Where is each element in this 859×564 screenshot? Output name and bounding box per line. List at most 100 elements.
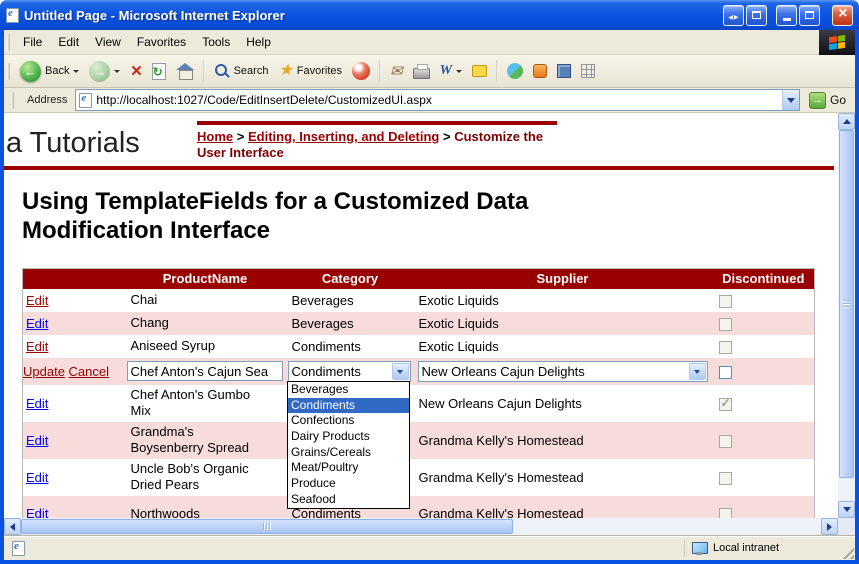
menu-tools[interactable]: Tools	[194, 32, 238, 52]
product-name-input[interactable]	[127, 361, 283, 381]
discontinued-checkbox	[719, 398, 732, 411]
site-title: a Tutorials	[6, 127, 140, 160]
table-row: Edit Grandma's Boysenberry Spread Grandm…	[23, 422, 815, 459]
dropdown-option[interactable]: Confections	[288, 413, 409, 429]
supplier-dropdown[interactable]: New Orleans Cajun Delights	[418, 361, 708, 382]
title-bar[interactable]: Untitled Page - Microsoft Internet Explo…	[0, 0, 859, 30]
discontinued-checkbox	[719, 435, 732, 448]
supplier-cell: Exotic Liquids	[413, 335, 713, 358]
dropdown-option[interactable]: Beverages	[288, 382, 409, 398]
menu-help[interactable]: Help	[238, 32, 279, 52]
discuss-button[interactable]	[467, 63, 492, 79]
cancel-link[interactable]: Cancel	[69, 364, 109, 379]
scroll-up-button[interactable]	[838, 113, 855, 130]
close-button[interactable]	[832, 5, 853, 26]
horizontal-scrollbar[interactable]	[4, 518, 838, 535]
search-icon	[214, 63, 230, 79]
dropdown-option[interactable]: Dairy Products	[288, 429, 409, 445]
scroll-down-button[interactable]	[838, 501, 855, 518]
discontinued-checkbox[interactable]	[719, 366, 732, 379]
forward-button[interactable]	[84, 59, 125, 84]
edit-link[interactable]: Edit	[26, 433, 48, 448]
breadcrumb-section-link[interactable]: Editing, Inserting, and Deleting	[248, 129, 439, 144]
nav-arrows-button[interactable]	[723, 5, 744, 26]
maximize-icon	[805, 11, 814, 19]
breadcrumb-home-link[interactable]: Home	[197, 129, 233, 144]
table-row: Edit Chai Beverages Exotic Liquids	[23, 289, 815, 312]
scroll-left-button[interactable]	[4, 518, 21, 535]
go-button[interactable]: Go	[804, 92, 851, 109]
messenger-button[interactable]	[502, 61, 528, 81]
favorites-label: Favorites	[297, 65, 342, 77]
left-right-arrows-icon	[728, 6, 739, 24]
back-button[interactable]: Back	[15, 59, 84, 84]
edit-link[interactable]: Edit	[26, 316, 48, 331]
edit-link[interactable]: Edit	[26, 396, 48, 411]
edit-with-word-button[interactable]	[435, 62, 467, 80]
category-dropdown[interactable]: Condiments	[288, 361, 411, 382]
horizontal-scrollbar-thumb[interactable]	[21, 519, 513, 534]
home-icon	[176, 63, 194, 79]
grid-addon-button[interactable]	[576, 62, 600, 80]
refresh-button[interactable]	[147, 61, 171, 82]
toolbar-grip[interactable]	[7, 34, 10, 51]
home-button[interactable]	[171, 61, 199, 81]
dropdown-option[interactable]: Seafood	[288, 492, 409, 508]
back-label: Back	[45, 65, 69, 77]
product-cell: Northwoods	[123, 496, 288, 519]
address-bar: Address Go	[4, 88, 855, 113]
favorites-button[interactable]: Favorites	[273, 61, 347, 81]
dropdown-button[interactable]	[689, 363, 706, 380]
status-page-icon	[12, 541, 25, 556]
vertical-scrollbar[interactable]	[838, 113, 855, 518]
menu-edit[interactable]: Edit	[50, 32, 87, 52]
edit-link[interactable]: Edit	[26, 293, 48, 308]
dropdown-button[interactable]	[392, 363, 409, 380]
media-button[interactable]	[347, 60, 375, 82]
dropdown-option[interactable]: Meat/Poultry	[288, 460, 409, 476]
page-icon	[79, 93, 92, 108]
window-mode-button[interactable]	[746, 5, 767, 26]
product-cell: Chai	[123, 289, 288, 312]
favorites-star-icon	[278, 63, 292, 79]
toolbar-grip[interactable]	[11, 92, 14, 109]
update-link[interactable]: Update	[23, 364, 65, 379]
menu-favorites[interactable]: Favorites	[129, 32, 194, 52]
scroll-right-button[interactable]	[821, 518, 838, 535]
menu-bar: File Edit View Favorites Tools Help	[4, 30, 855, 55]
back-icon	[20, 61, 41, 82]
product-cell: Grandma's Boysenberry Spread	[123, 422, 288, 459]
sites-button[interactable]	[552, 62, 576, 80]
grid-icon	[581, 64, 595, 78]
minimize-button[interactable]	[776, 5, 797, 26]
resize-grip[interactable]	[841, 546, 854, 559]
print-button[interactable]	[408, 62, 435, 81]
discontinued-checkbox	[719, 295, 732, 308]
edit-link[interactable]: Edit	[26, 506, 48, 518]
menu-file[interactable]: File	[15, 32, 50, 52]
media-icon	[352, 62, 370, 80]
dropdown-option[interactable]: Produce	[288, 476, 409, 492]
search-button[interactable]: Search	[209, 61, 274, 81]
arrow-down-icon	[843, 507, 851, 516]
toolbar-grip[interactable]	[7, 63, 10, 80]
supplier-cell: Grandma Kelly's Homestead	[413, 496, 713, 519]
mail-button[interactable]	[385, 62, 408, 81]
address-dropdown-button[interactable]	[782, 90, 799, 110]
address-input[interactable]	[96, 91, 778, 109]
vertical-scrollbar-thumb[interactable]	[839, 130, 854, 478]
window-icon	[752, 11, 761, 19]
dropdown-option[interactable]: Grains/Cereals	[288, 445, 409, 461]
toolbar-separator	[379, 60, 381, 82]
research-button[interactable]	[528, 62, 552, 80]
maximize-button[interactable]	[799, 5, 820, 26]
menu-view[interactable]: View	[87, 32, 129, 52]
refresh-icon	[152, 63, 166, 80]
breadcrumb-separator: >	[443, 129, 451, 144]
edit-link[interactable]: Edit	[26, 470, 48, 485]
mail-icon	[390, 64, 403, 79]
dropdown-option[interactable]: Condiments	[288, 398, 409, 414]
windows-logo	[819, 30, 855, 55]
stop-button[interactable]	[125, 60, 146, 83]
edit-link[interactable]: Edit	[26, 339, 48, 354]
